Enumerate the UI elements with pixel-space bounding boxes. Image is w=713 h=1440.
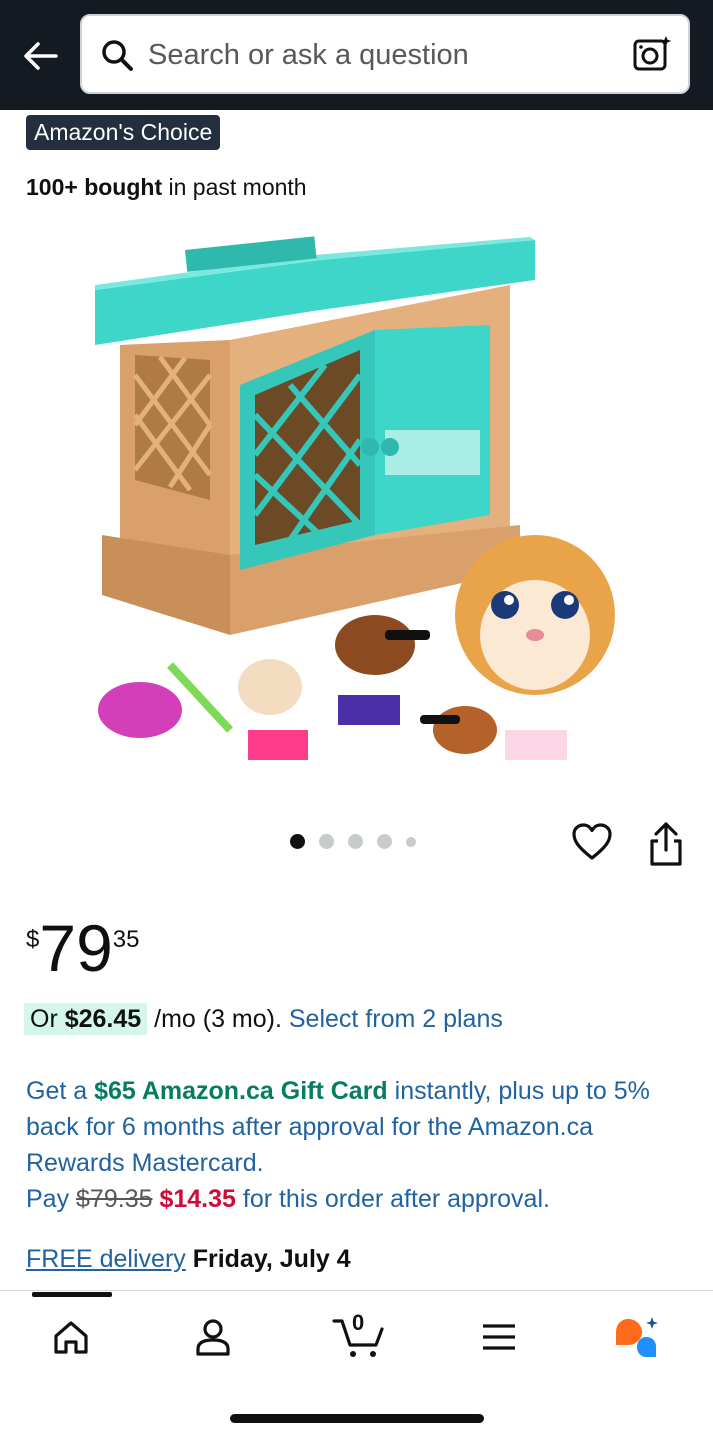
price-currency: $	[26, 926, 40, 953]
promo-gift-card: $65 Amazon.ca Gift Card	[94, 1077, 388, 1105]
installment-prefix: Or	[30, 1005, 65, 1033]
camera-search-icon[interactable]	[632, 34, 672, 74]
price-fraction: 35	[112, 926, 140, 953]
delivery-date: Friday, July 4	[192, 1245, 351, 1273]
price-whole: 79	[39, 911, 113, 985]
installment-amount: $26.45	[64, 1005, 142, 1033]
bought-count: 100+ bought in past month	[26, 174, 307, 201]
delivery-info: FREE delivery Friday, July 4	[26, 1245, 351, 1274]
promo-new-price: $14.35	[159, 1185, 236, 1213]
carousel-dot[interactable]	[319, 834, 334, 849]
menu-icon	[483, 1324, 515, 1350]
wishlist-heart-icon[interactable]	[570, 820, 614, 864]
bought-count-rest: in past month	[162, 174, 307, 200]
carousel-dot[interactable]	[377, 834, 392, 849]
top-bar	[0, 0, 713, 110]
free-delivery-link[interactable]: FREE delivery	[26, 1245, 186, 1273]
carousel-dot[interactable]	[406, 836, 416, 847]
promo-old-price: $79.35	[76, 1185, 153, 1213]
nav-home[interactable]	[46, 1312, 96, 1362]
share-icon[interactable]	[644, 820, 688, 870]
image-carousel-dots[interactable]	[290, 834, 416, 849]
search-bar[interactable]	[80, 14, 690, 94]
active-tab-indicator	[32, 1292, 112, 1297]
installment-offer: Or $26.45 /mo (3 mo). Select from 2 plan…	[24, 1003, 503, 1035]
nav-cart[interactable]: 0	[330, 1310, 386, 1362]
rufus-assistant-icon	[616, 1317, 658, 1357]
home-icon	[54, 1321, 88, 1354]
promo-pay-rest: for this order after approval.	[235, 1185, 550, 1213]
home-indicator-bar	[230, 1414, 484, 1423]
nav-account[interactable]	[188, 1312, 238, 1362]
promo-get-a: Get a	[26, 1077, 95, 1105]
nav-menu[interactable]	[474, 1312, 524, 1362]
search-input[interactable]	[148, 32, 608, 78]
search-icon	[102, 40, 133, 71]
select-plans-link[interactable]: Select from 2 plans	[289, 1005, 503, 1033]
carousel-dot[interactable]	[348, 834, 363, 849]
installment-highlight: Or $26.45	[24, 1003, 148, 1035]
back-arrow-icon	[24, 42, 58, 70]
nav-rufus[interactable]	[612, 1312, 662, 1362]
bought-count-strong: 100+ bought	[26, 174, 163, 200]
amazons-choice-badge[interactable]: Amazon's Choice	[26, 115, 221, 150]
price: $ 79 35	[26, 912, 139, 984]
installment-suffix: /mo (3 mo).	[147, 1005, 289, 1033]
back-button[interactable]	[18, 34, 62, 78]
gift-card-promo[interactable]: Get a $65 Amazon.ca Gift Card instantly,…	[26, 1073, 686, 1217]
carousel-dot[interactable]	[290, 834, 305, 849]
promo-pay: Pay	[26, 1185, 77, 1213]
account-icon	[196, 1319, 230, 1356]
cart-count: 0	[352, 1310, 365, 1335]
product-image[interactable]	[90, 225, 630, 785]
